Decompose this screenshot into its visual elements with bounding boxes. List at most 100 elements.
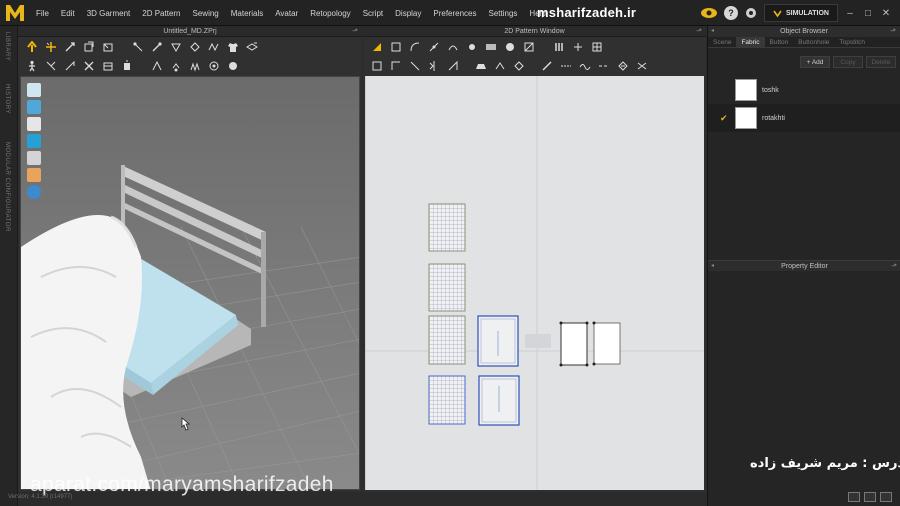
buttonhole-icon[interactable] [634, 58, 650, 73]
viewport-3d-scene[interactable] [20, 76, 360, 490]
menu-materials[interactable]: Materials [225, 9, 269, 18]
menu-avatar[interactable]: Avatar [269, 9, 304, 18]
pattern-piece-mesh-2[interactable] [428, 263, 466, 312]
polygon-icon[interactable] [464, 39, 480, 54]
tack-tool-icon[interactable] [43, 58, 59, 73]
shrink-tool-icon[interactable] [81, 58, 97, 73]
add-fabric-button[interactable]: + Add [800, 56, 830, 68]
marvelous-logo-icon[interactable] [4, 3, 26, 23]
fabric-item-toshk[interactable]: toshk [708, 76, 900, 104]
layout-2-icon[interactable] [864, 492, 876, 502]
mirror-icon[interactable] [426, 58, 442, 73]
tape-icon[interactable] [492, 58, 508, 73]
button-tool-icon[interactable] [225, 58, 241, 73]
ellipse-icon[interactable] [502, 39, 518, 54]
fold-arrange-icon[interactable] [187, 58, 203, 73]
edit-point-icon[interactable] [388, 39, 404, 54]
add-point-icon[interactable] [426, 39, 442, 54]
simulation-toggle[interactable]: SIMULATION [763, 4, 838, 22]
edit-sewing-icon[interactable] [168, 39, 184, 54]
viewport-2d-pattern[interactable] [365, 76, 704, 490]
transform-tool-icon[interactable] [62, 39, 78, 54]
pattern-piece-mesh-3[interactable] [428, 315, 466, 365]
menu-2d-pattern[interactable]: 2D Pattern [136, 9, 186, 18]
rectangle-icon[interactable] [483, 39, 499, 54]
environment-display-icon[interactable] [27, 185, 41, 199]
menu-edit[interactable]: Edit [55, 9, 81, 18]
menu-sewing[interactable]: Sewing [187, 9, 225, 18]
fabric-display-icon[interactable] [27, 134, 41, 148]
trace-icon[interactable] [570, 39, 586, 54]
eye-icon[interactable] [700, 6, 718, 20]
pattern-piece-mesh-1[interactable] [428, 203, 466, 252]
tab-scene[interactable]: Scene [708, 37, 736, 47]
strip-library-tab[interactable]: LIBRARY [4, 32, 10, 61]
zipper-icon[interactable] [168, 58, 184, 73]
tab-fabric[interactable]: Fabric [736, 37, 765, 47]
curve-point-icon[interactable] [445, 39, 461, 54]
layout-1-icon[interactable] [848, 492, 860, 502]
pattern-piece-mesh-4[interactable] [428, 375, 466, 425]
iron-icon[interactable] [473, 58, 489, 73]
measure-icon[interactable] [539, 58, 555, 73]
settings-icon[interactable] [744, 6, 758, 20]
maximize-button[interactable]: □ [862, 8, 874, 19]
segment-icon[interactable] [558, 58, 574, 73]
pressure-icon[interactable] [119, 58, 135, 73]
tab-topstitch[interactable]: Topstitch [834, 37, 870, 47]
select-tool-icon[interactable] [24, 39, 40, 54]
internal-line-icon[interactable] [521, 39, 537, 54]
fabric-item-rotakhti[interactable]: ✔ rotakhti [708, 104, 900, 132]
menu-script[interactable]: Script [357, 9, 389, 18]
panel-2d-undock-icon[interactable]: ⬏ [696, 26, 702, 37]
pleat-icon[interactable] [445, 58, 461, 73]
pattern-piece-white-2[interactable] [592, 321, 621, 366]
shirt-tool-icon[interactable] [225, 39, 241, 54]
freesew-icon[interactable] [206, 39, 222, 54]
minimize-button[interactable]: – [844, 8, 856, 19]
skin-display-icon[interactable] [27, 168, 41, 182]
layout-3-icon[interactable] [880, 492, 892, 502]
shading-display-icon[interactable] [27, 151, 41, 165]
grid-tool-icon[interactable] [589, 39, 605, 54]
edit-curve-icon[interactable] [407, 39, 423, 54]
strengthen-icon[interactable] [62, 58, 78, 73]
free-curve-icon[interactable] [577, 58, 593, 73]
garment-display-icon[interactable] [27, 83, 41, 97]
copy-fabric-button[interactable]: Copy [833, 56, 863, 68]
delete-fabric-button[interactable]: Delete [866, 56, 896, 68]
close-button[interactable]: ✕ [880, 8, 892, 19]
property-editor-undock-icon[interactable]: ⬏ [891, 261, 897, 272]
avatar-display-icon[interactable] [27, 117, 41, 131]
panel-3d-undock-icon[interactable]: ⬏ [352, 26, 358, 37]
sewing-line-icon[interactable] [407, 58, 423, 73]
rotate-tool-icon[interactable] [81, 39, 97, 54]
object-browser-collapse-icon[interactable]: ◂ [711, 26, 714, 37]
menu-file[interactable]: File [30, 9, 55, 18]
layer-tool-icon[interactable] [244, 39, 260, 54]
edit-pin-icon[interactable] [130, 39, 146, 54]
help-icon[interactable]: ? [723, 6, 738, 20]
move-tool-icon[interactable] [43, 39, 59, 54]
tab-buttonhole[interactable]: Buttonhole [793, 37, 834, 47]
segment-sewing-icon[interactable] [187, 39, 203, 54]
menu-display[interactable]: Display [389, 9, 427, 18]
seam-line-icon[interactable] [369, 58, 385, 73]
puckering-icon[interactable] [100, 58, 116, 73]
pattern-select-icon[interactable] [369, 39, 385, 54]
menu-3d-garment[interactable]: 3D Garment [81, 9, 137, 18]
seam-allowance-icon[interactable] [388, 58, 404, 73]
fold-tool-icon[interactable] [100, 39, 116, 54]
object-browser-undock-icon[interactable]: ⬏ [890, 26, 896, 37]
arrangement-icon[interactable] [206, 58, 222, 73]
strip-history-tab[interactable]: HISTORY [4, 84, 10, 114]
menu-preferences[interactable]: Preferences [427, 9, 482, 18]
pattern-piece-outline-1[interactable] [477, 315, 519, 367]
pattern-piece-outline-2[interactable] [478, 375, 520, 426]
property-editor-collapse-icon[interactable]: ◂ [711, 261, 714, 272]
tab-button[interactable]: Button [765, 37, 794, 47]
fold-line-icon[interactable] [511, 58, 527, 73]
elastic-icon[interactable] [149, 58, 165, 73]
strip-modular-tab[interactable]: MODULAR CONFIGURATOR [4, 142, 10, 232]
pin-tool-icon[interactable] [149, 39, 165, 54]
